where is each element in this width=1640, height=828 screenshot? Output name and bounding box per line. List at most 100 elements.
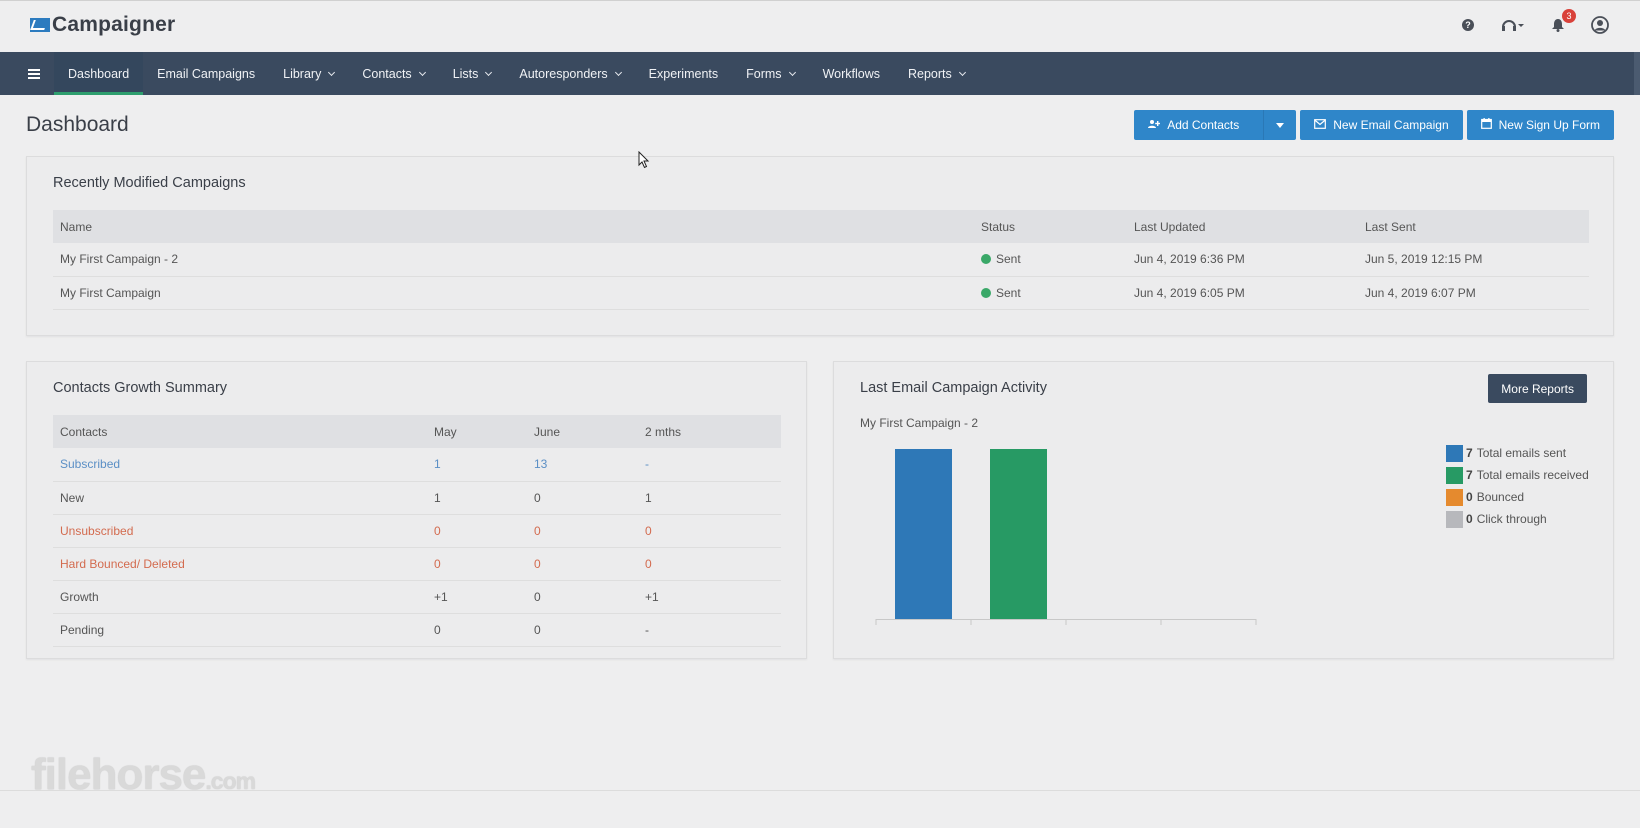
caret-down-icon bbox=[1276, 122, 1285, 128]
nav-item-lists[interactable]: Lists bbox=[439, 52, 506, 95]
contacts-growth-title: Contacts Growth Summary bbox=[53, 380, 228, 396]
nav-item-label: Experiments bbox=[648, 66, 719, 81]
may-value-cell: +1 bbox=[427, 580, 527, 614]
app-name: Campaigner bbox=[52, 13, 176, 36]
nav-item-reports[interactable]: Reports bbox=[894, 52, 979, 95]
hamburger-icon[interactable] bbox=[0, 52, 40, 95]
last-updated-cell: Jun 4, 2019 6:36 PM bbox=[1127, 243, 1358, 277]
new-sign-up-form-button[interactable]: New Sign Up Form bbox=[1466, 110, 1614, 140]
campaign-name: My First Campaign - 2 bbox=[860, 416, 979, 430]
may-value-cell[interactable]: 1 bbox=[427, 448, 527, 482]
legend-label: Click through bbox=[1476, 512, 1547, 526]
nav-item-forms[interactable]: Forms bbox=[732, 52, 808, 95]
chart-bar-0[interactable] bbox=[895, 449, 952, 619]
user-circle-icon[interactable] bbox=[1590, 15, 1610, 35]
form-icon bbox=[1480, 118, 1492, 132]
campaigner-logo[interactable]: Campaigner bbox=[30, 13, 175, 37]
two-months-value-cell: +1 bbox=[638, 580, 781, 614]
legend-item[interactable]: 7 Total emails received bbox=[1446, 464, 1589, 486]
envelope-icon bbox=[1314, 118, 1327, 132]
column-header-status[interactable]: Status bbox=[974, 210, 1127, 243]
growth-label-cell: New bbox=[53, 481, 427, 515]
column-header-last-updated[interactable]: Last Updated bbox=[1127, 210, 1358, 243]
table-row: Unsubscribed 0 0 0 bbox=[53, 514, 781, 548]
two-months-value-cell: - bbox=[638, 448, 781, 482]
campaign-name-cell[interactable]: My First Campaign bbox=[53, 276, 974, 310]
legend-value: 7 bbox=[1466, 446, 1473, 460]
status-text: Sent bbox=[996, 252, 1021, 267]
legend-value: 0 bbox=[1466, 512, 1473, 526]
recent-campaigns-title: Recently Modified Campaigns bbox=[53, 175, 246, 191]
column-header-name[interactable]: Name bbox=[53, 210, 974, 243]
growth-label-cell[interactable]: Subscribed bbox=[53, 448, 427, 482]
legend-swatch bbox=[1446, 444, 1463, 462]
notification-badge: 3 bbox=[1562, 9, 1576, 23]
nav-item-experiments[interactable]: Experiments bbox=[635, 52, 732, 95]
status-dot-icon bbox=[981, 254, 991, 265]
more-reports-button[interactable]: More Reports bbox=[1488, 374, 1587, 403]
chart-bar-1[interactable] bbox=[990, 449, 1047, 619]
table-row: Pending 0 0- bbox=[53, 613, 781, 647]
growth-label-cell[interactable]: Hard Bounced/ Deleted bbox=[53, 547, 427, 581]
legend-label: Bounced bbox=[1476, 490, 1525, 504]
column-header-may: May bbox=[427, 415, 527, 448]
nav-item-label: Email Campaigns bbox=[157, 66, 256, 81]
legend-swatch bbox=[1446, 466, 1463, 484]
main-nav: Dashboard Email Campaigns Library Contacts L… bbox=[0, 52, 1640, 95]
two-months-value-cell: - bbox=[638, 613, 781, 647]
nav-item-autoresponders[interactable]: Autoresponders bbox=[505, 52, 634, 95]
may-value-cell: 0 bbox=[427, 613, 527, 647]
legend-label: Total emails received bbox=[1476, 468, 1589, 482]
page-title: Dashboard bbox=[26, 113, 129, 136]
table-row: Hard Bounced/ Deleted 0 0 0 bbox=[53, 547, 781, 581]
header-icons: ? 3 bbox=[1458, 9, 1610, 35]
nav-item-workflows[interactable]: Workflows bbox=[809, 52, 894, 95]
contacts-growth-panel: Contacts Growth Summary Contacts May Jun… bbox=[26, 361, 807, 659]
new-email-campaign-button[interactable]: New Email Campaign bbox=[1300, 110, 1463, 140]
nav-item-label: Forms bbox=[746, 66, 782, 81]
two-months-value-cell: 0 bbox=[638, 547, 781, 581]
nav-item-library[interactable]: Library bbox=[269, 52, 348, 95]
envelope-logo-icon bbox=[30, 18, 50, 32]
status-cell: Sent bbox=[974, 276, 1127, 310]
june-value-cell[interactable]: 13 bbox=[527, 448, 638, 482]
bell-icon[interactable]: 3 bbox=[1548, 9, 1576, 35]
chevron-down-icon bbox=[485, 68, 493, 76]
add-contacts-button[interactable]: Add Contacts bbox=[1134, 110, 1264, 140]
chevron-down-icon bbox=[418, 68, 426, 76]
nav-item-label: Autoresponders bbox=[519, 66, 608, 81]
june-value-cell: 0 bbox=[527, 580, 638, 614]
table-row: New 1 0 1 bbox=[53, 481, 781, 515]
recent-campaigns-panel: Recently Modified Campaigns Name Status … bbox=[26, 156, 1614, 336]
legend-item[interactable]: 0 Bounced bbox=[1446, 486, 1589, 508]
watermark-main: filehorse bbox=[31, 750, 206, 799]
nav-item-label: Dashboard bbox=[68, 66, 130, 81]
two-months-value-cell: 0 bbox=[638, 514, 781, 548]
chart-legend: 7 Total emails sent 7 Total emails received… bbox=[1446, 442, 1589, 530]
legend-item[interactable]: 0 Click through bbox=[1446, 508, 1589, 530]
new-email-campaign-label: New Email Campaign bbox=[1333, 118, 1449, 132]
add-contacts-dropdown-button[interactable] bbox=[1263, 110, 1297, 140]
top-header: Campaigner ? 3 bbox=[0, 0, 1640, 52]
table-row[interactable]: My First Campaign Sent Jun 4, 2019 6:05 PM… bbox=[53, 276, 1589, 310]
table-row[interactable]: My First Campaign - 2 Sent Jun 4, 2019 6:3… bbox=[53, 243, 1589, 277]
table-header-row: Contacts May June 2 mths bbox=[53, 415, 781, 448]
growth-label-cell[interactable]: Unsubscribed bbox=[53, 514, 427, 548]
table-row: Subscribed 1 13- bbox=[53, 448, 781, 482]
headset-icon[interactable] bbox=[1500, 15, 1526, 35]
help-icon[interactable]: ? bbox=[1458, 15, 1478, 35]
nav-item-email-campaigns[interactable]: Email Campaigns bbox=[143, 52, 269, 95]
campaign-activity-panel: Last Email Campaign Activity More Report… bbox=[833, 361, 1614, 659]
nav-item-contacts[interactable]: Contacts bbox=[348, 52, 438, 95]
legend-swatch bbox=[1446, 510, 1463, 528]
chevron-down-icon bbox=[328, 68, 336, 76]
contacts-growth-table: Contacts May June 2 mths Subscribed 1 13- N… bbox=[53, 415, 781, 647]
column-header-last-sent[interactable]: Last Sent bbox=[1358, 210, 1589, 243]
last-updated-cell: Jun 4, 2019 6:05 PM bbox=[1127, 276, 1358, 310]
campaign-name-cell[interactable]: My First Campaign - 2 bbox=[53, 243, 974, 277]
scrollbar[interactable] bbox=[1634, 52, 1640, 95]
nav-item-label: Lists bbox=[452, 66, 479, 81]
legend-item[interactable]: 7 Total emails sent bbox=[1446, 442, 1589, 464]
nav-item-dashboard[interactable]: Dashboard bbox=[54, 52, 144, 95]
may-value-cell: 1 bbox=[427, 481, 527, 515]
